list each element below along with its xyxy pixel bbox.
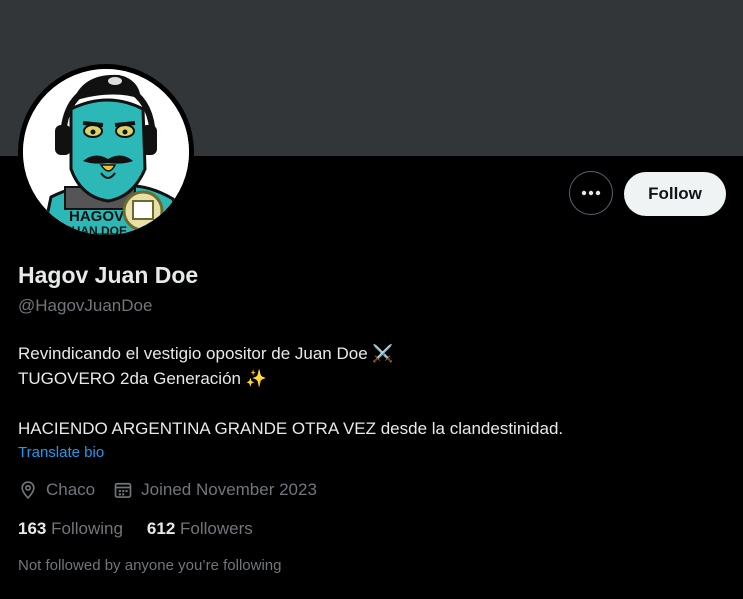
bio-line: Revindicando el vestigio opositor de Jua… — [18, 344, 394, 363]
location-text: Chaco — [46, 480, 96, 499]
location-item: Chaco — [18, 480, 95, 500]
followers-link[interactable]: 612 Followers — [147, 519, 253, 539]
avatar-illustration: HAGOV JUAN DOE — [23, 69, 189, 235]
translate-bio-link[interactable]: Translate bio — [18, 444, 104, 461]
bio-line: TUGOVERO 2da Generación ✨ — [18, 369, 267, 388]
profile-meta: Chaco Joined November 2023 — [18, 480, 335, 500]
follow-counts: 163 Following 612 Followers — [18, 519, 277, 539]
following-label: Following — [51, 519, 123, 538]
profile-handle: @HagovJuanDoe — [18, 296, 153, 315]
profile-bio: Revindicando el vestigio opositor de Jua… — [18, 341, 563, 441]
location-pin-icon — [21, 481, 35, 500]
joined-text: Joined November 2023 — [141, 480, 317, 499]
avatar[interactable]: HAGOV JUAN DOE — [23, 69, 189, 235]
followers-label: Followers — [180, 519, 253, 538]
followers-count: 612 — [146, 519, 176, 538]
more-options-button[interactable] — [569, 171, 613, 215]
following-link[interactable]: 163 Following — [18, 519, 123, 539]
bio-line-blank — [18, 391, 563, 416]
calendar-icon — [114, 482, 132, 498]
bio-line: HACIENDO ARGENTINA GRANDE OTRA VEZ desde… — [18, 419, 564, 438]
not-followed-text: Not followed by anyone you’re following — [18, 557, 282, 574]
follow-button[interactable]: Follow — [624, 172, 726, 216]
joined-item: Joined November 2023 — [113, 480, 317, 500]
ellipsis-icon — [581, 190, 601, 196]
shirt-text-1: HAGOV — [69, 208, 124, 225]
following-count: 163 — [18, 519, 47, 538]
profile-name: Hagov Juan Doe — [18, 262, 199, 288]
